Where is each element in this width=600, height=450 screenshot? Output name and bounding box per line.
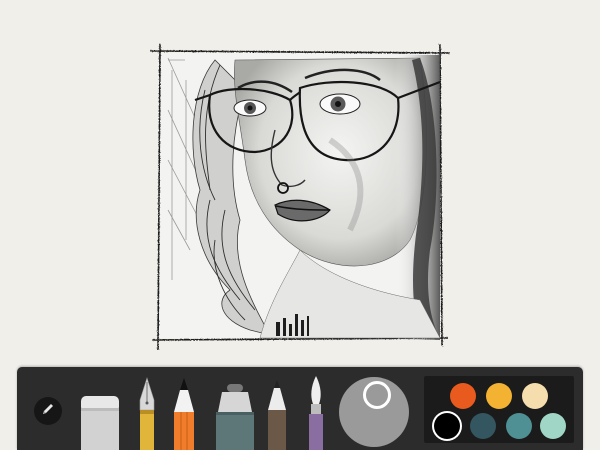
portrait-sketch	[149, 43, 451, 351]
drawing-canvas[interactable]	[0, 0, 600, 366]
brush-size-dial[interactable]: Brush size	[339, 377, 409, 447]
felt-tip-icon	[268, 380, 286, 450]
tool-tray: Eraser Draw Sketch Outline	[17, 367, 583, 450]
brush-size-indicator	[363, 381, 391, 409]
eraser-icon	[81, 396, 119, 450]
swatch-yellow[interactable]	[486, 383, 512, 409]
fountain-pen-icon	[139, 377, 155, 450]
swatch-black[interactable]	[434, 413, 460, 439]
swatch-teal[interactable]	[506, 413, 532, 439]
swatch-cream[interactable]	[522, 383, 548, 409]
swatch-mint[interactable]	[540, 413, 566, 439]
color-palette	[424, 376, 574, 443]
felt-tip-tool[interactable]: Write	[265, 380, 289, 450]
tool-menu-button[interactable]	[34, 397, 62, 425]
swatch-orange[interactable]	[450, 383, 476, 409]
pencil-icon	[41, 402, 55, 421]
brush-icon	[309, 376, 323, 450]
eraser-tool[interactable]: Eraser	[79, 394, 121, 450]
fountain-pen-tool[interactable]: Draw	[136, 376, 158, 450]
brush-tool[interactable]: Watercolor	[305, 376, 327, 450]
swatch-slate[interactable]	[470, 413, 496, 439]
marker-icon	[216, 384, 254, 450]
marker-tool[interactable]: Outline	[212, 384, 258, 450]
pencil-icon	[174, 378, 194, 450]
pencil-tool[interactable]: Sketch	[172, 378, 196, 450]
